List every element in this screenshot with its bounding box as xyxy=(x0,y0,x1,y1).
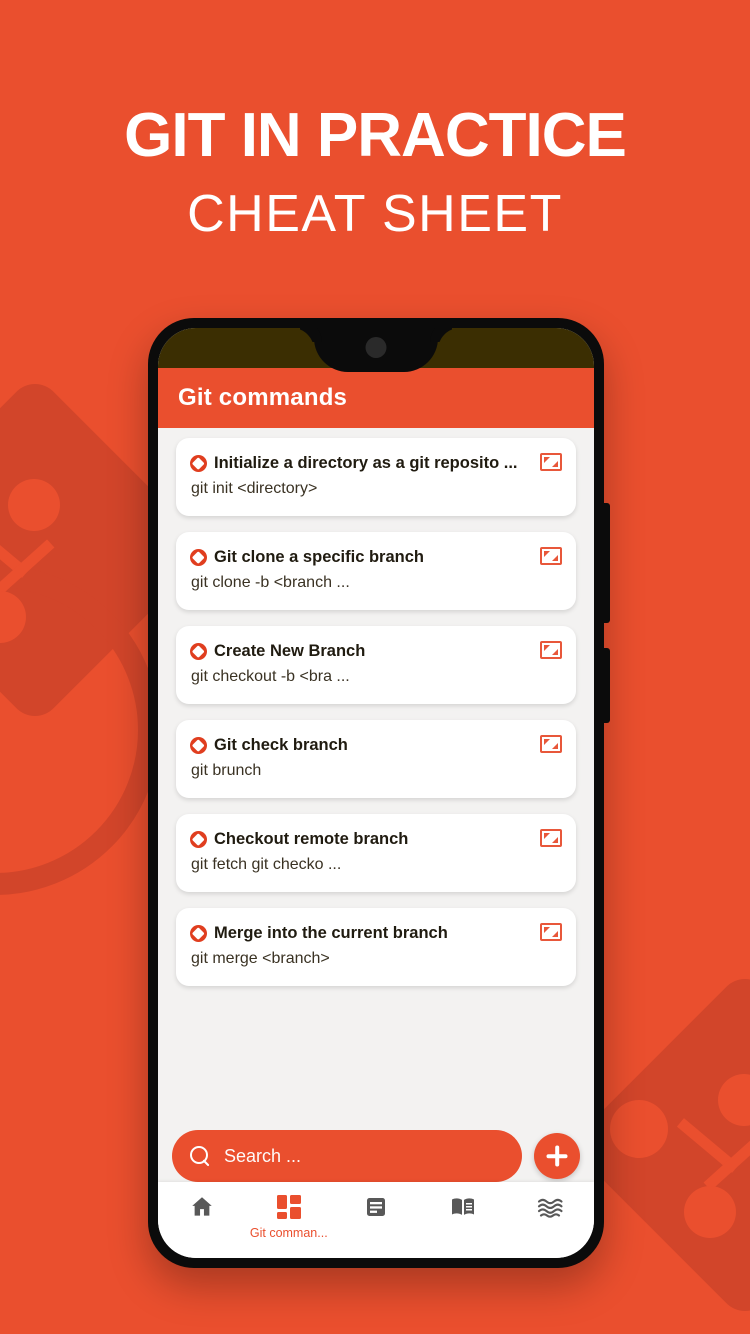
headline-main: GIT IN PRACTICE xyxy=(124,101,627,170)
deco-edge xyxy=(676,1118,740,1173)
nav-item-book[interactable] xyxy=(420,1192,507,1226)
git-diamond-icon xyxy=(190,643,207,660)
home-icon xyxy=(189,1192,215,1222)
deco-node xyxy=(610,1100,668,1158)
nav-item-home[interactable] xyxy=(158,1192,245,1226)
nav-item-git-commands[interactable]: Git comman... xyxy=(245,1192,332,1240)
command-header: Git check branch xyxy=(190,736,562,755)
command-text: git fetch git checko ... xyxy=(191,856,342,873)
book-icon xyxy=(450,1192,476,1222)
background-git-logo-right xyxy=(568,968,750,1330)
command-header: Merge into the current branch xyxy=(190,924,562,943)
bottom-navigation: Git comman... xyxy=(158,1182,594,1258)
command-header: Initialize a directory as a git reposito… xyxy=(190,454,562,473)
dashboard-grid-icon xyxy=(276,1192,301,1222)
expand-icon[interactable] xyxy=(540,829,562,847)
nav-label-git-commands: Git comman... xyxy=(249,1226,328,1240)
waves-icon xyxy=(536,1192,564,1222)
nav-item-waves[interactable] xyxy=(507,1192,594,1226)
phone-power-button[interactable] xyxy=(603,648,610,723)
poster-headline: GIT IN PRACTICE CHEAT SHEET xyxy=(0,104,750,249)
git-diamond-icon xyxy=(190,831,207,848)
app-bar: Git commands xyxy=(158,368,594,428)
search-icon xyxy=(190,1146,210,1166)
command-title: Initialize a directory as a git reposito… xyxy=(214,454,518,472)
expand-icon[interactable] xyxy=(540,923,562,941)
deco-node xyxy=(684,1186,736,1238)
command-text: git init <directory> xyxy=(191,480,318,497)
search-placeholder: Search ... xyxy=(224,1145,302,1166)
search-input[interactable]: Search ... xyxy=(172,1130,522,1182)
command-title: Create New Branch xyxy=(214,642,366,660)
deco-edge xyxy=(0,539,55,596)
front-camera-icon xyxy=(365,337,387,358)
nav-item-article[interactable] xyxy=(332,1192,419,1226)
article-icon xyxy=(364,1192,388,1222)
command-title: Checkout remote branch xyxy=(214,830,409,848)
command-header: Checkout remote branch xyxy=(190,830,562,849)
phone-volume-button[interactable] xyxy=(603,503,610,623)
command-card[interactable]: Git clone a specific branch git clone -b… xyxy=(176,532,576,610)
command-card[interactable]: Initialize a directory as a git reposito… xyxy=(176,438,576,516)
command-text: git merge <branch> xyxy=(191,950,330,967)
expand-icon[interactable] xyxy=(540,547,562,565)
git-diamond-icon xyxy=(190,737,207,754)
deco-edge xyxy=(703,1134,750,1191)
deco-node xyxy=(718,1074,750,1126)
command-card[interactable]: Merge into the current branch git merge … xyxy=(176,908,576,986)
command-title: Git clone a specific branch xyxy=(214,548,424,566)
phone-screen: Git commands Initialize a directory as a… xyxy=(158,328,594,1258)
command-header: Create New Branch xyxy=(190,642,562,661)
expand-icon[interactable] xyxy=(540,641,562,659)
phone-mockup: Git commands Initialize a directory as a… xyxy=(148,318,610,1268)
git-diamond-icon xyxy=(190,455,207,472)
deco-edge xyxy=(0,523,30,578)
status-bar xyxy=(158,328,594,372)
deco-ring xyxy=(0,565,160,895)
command-text: git brunch xyxy=(191,762,262,779)
deco-node xyxy=(8,479,60,531)
command-text: git checkout -b <bra ... xyxy=(191,668,350,685)
expand-icon[interactable] xyxy=(540,735,562,753)
display-notch xyxy=(314,328,438,372)
command-list[interactable]: Initialize a directory as a git reposito… xyxy=(158,428,594,1128)
command-title: Merge into the current branch xyxy=(214,924,448,942)
expand-icon[interactable] xyxy=(540,453,562,471)
add-button[interactable] xyxy=(534,1133,580,1179)
command-text: git clone -b <branch ... xyxy=(191,574,350,591)
git-diamond-icon xyxy=(190,925,207,942)
command-card[interactable]: Git check branch git brunch xyxy=(176,720,576,798)
deco-node xyxy=(0,591,26,643)
page-title: Git commands xyxy=(178,384,348,411)
headline-sub: CHEAT SHEET xyxy=(187,185,563,244)
command-card[interactable]: Checkout remote branch git fetch git che… xyxy=(176,814,576,892)
git-diamond-icon xyxy=(190,549,207,566)
command-header: Git clone a specific branch xyxy=(190,548,562,567)
command-title: Git check branch xyxy=(214,736,348,754)
search-row: Search ... xyxy=(158,1130,594,1182)
command-card[interactable]: Create New Branch git checkout -b <bra .… xyxy=(176,626,576,704)
